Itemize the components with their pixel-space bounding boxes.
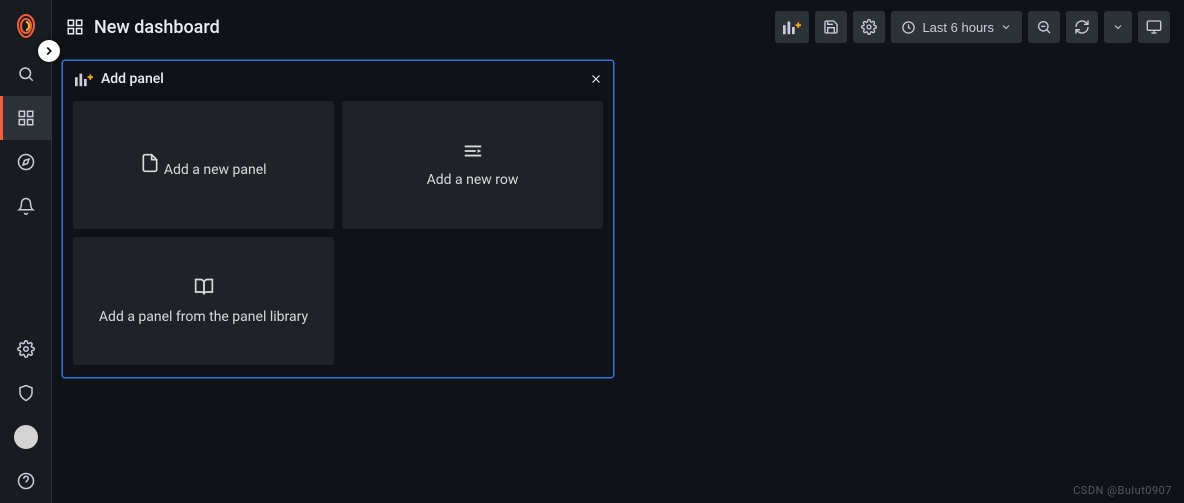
topbar: New dashboard Last 6 hours	[52, 0, 1184, 54]
sidebar-item-help[interactable]	[0, 459, 52, 503]
add-new-row-card[interactable]: Add a new row	[342, 101, 603, 229]
save-dashboard-button[interactable]	[815, 11, 847, 43]
page-title[interactable]: New dashboard	[94, 17, 220, 38]
dialog-title: Add panel	[101, 71, 164, 87]
dashboard-settings-button[interactable]	[853, 11, 885, 43]
empty-cell	[342, 237, 603, 365]
chevron-down-icon	[1112, 21, 1124, 33]
refresh-button[interactable]	[1066, 11, 1098, 43]
sidebar-item-dashboards[interactable]	[0, 96, 52, 140]
gear-icon	[17, 340, 35, 358]
close-button[interactable]	[589, 72, 603, 86]
compass-icon	[17, 153, 35, 171]
apps-icon	[17, 109, 35, 127]
book-icon	[193, 277, 215, 297]
time-range-label: Last 6 hours	[922, 20, 994, 35]
time-range-picker[interactable]: Last 6 hours	[891, 11, 1022, 43]
add-new-panel-card-wrapper[interactable]: Add a new panel	[73, 101, 334, 229]
cycle-view-button[interactable]	[1138, 11, 1170, 43]
panel-library-label: Add a panel from the panel library	[99, 309, 308, 325]
bell-icon	[17, 197, 35, 215]
zoom-out-button[interactable]	[1028, 11, 1060, 43]
add-panel-dialog: Add panel Add a new panel Add a new row	[62, 60, 614, 378]
add-new-row-label: Add a new row	[427, 172, 519, 188]
zoom-out-icon	[1036, 19, 1052, 35]
content: Add panel Add a new panel Add a new row	[52, 54, 1184, 388]
chevron-down-icon	[1000, 21, 1012, 33]
apps-icon	[66, 18, 84, 36]
sidebar-expand-button[interactable]	[38, 40, 60, 62]
add-panel-icon	[783, 19, 801, 35]
row-icon	[462, 142, 484, 160]
search-icon	[17, 65, 35, 83]
file-icon	[140, 152, 160, 174]
sidebar-item-server-admin[interactable]	[0, 371, 52, 415]
sidebar-item-profile[interactable]	[0, 415, 52, 459]
monitor-icon	[1146, 19, 1162, 35]
grafana-icon	[14, 13, 38, 39]
panel-library-card[interactable]: Add a panel from the panel library	[73, 237, 334, 365]
chevron-right-icon	[42, 44, 56, 58]
gear-icon	[861, 19, 877, 35]
sidebar-item-alerting[interactable]	[0, 184, 52, 228]
refresh-icon	[1074, 19, 1090, 35]
add-new-panel-label: Add a new panel	[164, 162, 267, 178]
clock-icon	[901, 20, 916, 35]
sidebar-item-explore[interactable]	[0, 140, 52, 184]
refresh-interval-dropdown[interactable]	[1104, 11, 1132, 43]
add-panel-button[interactable]	[775, 11, 809, 43]
add-panel-icon	[75, 71, 93, 87]
sidebar	[0, 0, 52, 503]
save-icon	[823, 19, 839, 35]
main: New dashboard Last 6 hours	[52, 0, 1184, 503]
watermark: CSDN @Bulut0907	[1073, 484, 1172, 497]
avatar-icon	[14, 425, 38, 449]
help-icon	[17, 472, 35, 490]
sidebar-item-configuration[interactable]	[0, 327, 52, 371]
close-icon	[589, 72, 603, 86]
add-new-panel-card[interactable]: Add a new panel	[140, 152, 266, 178]
shield-icon	[17, 384, 35, 402]
